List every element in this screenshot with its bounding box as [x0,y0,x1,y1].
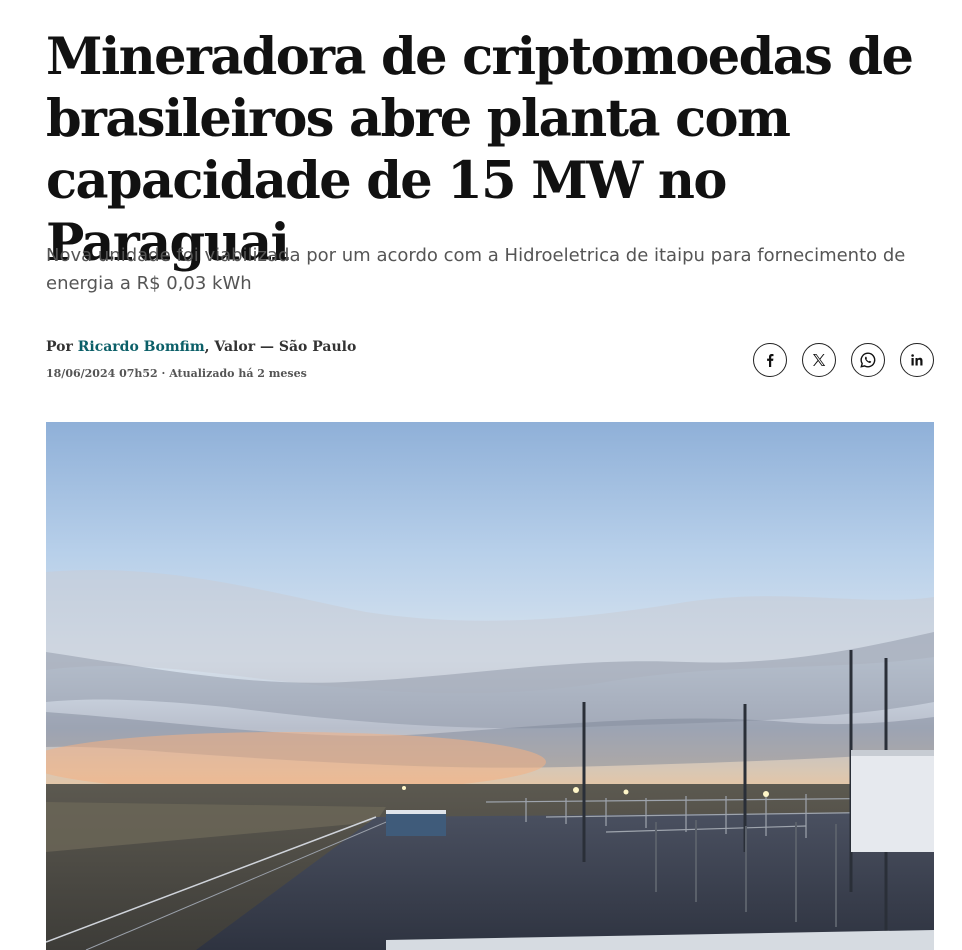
facebook-icon [762,352,778,368]
linkedin-icon [909,352,925,368]
byline-outlet: , Valor — São Paulo [204,339,357,355]
article-subtitle: Nova unidade foi viabilizada por um acor… [46,245,906,294]
share-x-button[interactable] [802,343,836,377]
byline: Por Ricardo Bomfim, Valor — São Paulo [46,337,356,357]
hero-image [46,422,934,950]
article-headline: Mineradora de criptomoedas de brasileiro… [46,27,914,273]
hero-photo [46,422,934,950]
share-whatsapp-button[interactable] [851,343,885,377]
byline-prefix: Por [46,339,78,355]
whatsapp-icon [859,351,877,369]
author-link[interactable]: Ricardo Bomfim [78,339,205,355]
x-icon [811,352,827,368]
publish-date: 18/06/2024 07h52 · Atualizado há 2 meses [46,367,307,380]
share-facebook-button[interactable] [753,343,787,377]
share-bar [753,343,934,377]
share-linkedin-button[interactable] [900,343,934,377]
